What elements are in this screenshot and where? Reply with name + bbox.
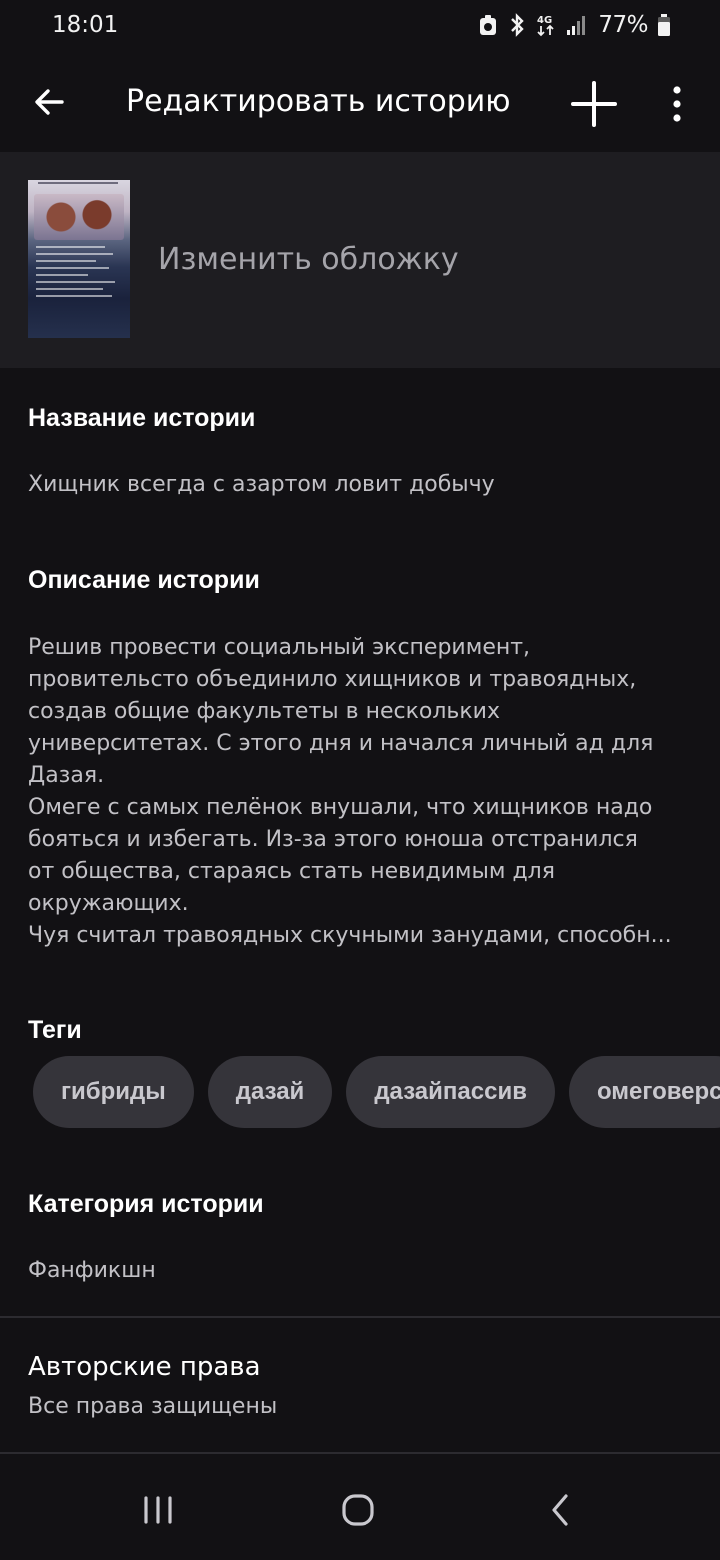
status-icons: 4G 77% (478, 12, 670, 38)
tag-chip[interactable]: омеговерс (568, 1056, 720, 1128)
status-time: 18:01 (52, 12, 119, 38)
network-4g-icon: 4G (537, 15, 555, 37)
story-title-field[interactable]: Хищник всегда с азартом ловит добычу (28, 472, 495, 497)
nav-back-button[interactable] (530, 1488, 590, 1532)
recycle-icon (480, 15, 497, 35)
bluetooth-icon (511, 13, 525, 37)
category-field[interactable]: Фанфикшн (28, 1258, 156, 1283)
system-nav-bar (0, 1458, 720, 1560)
add-part-button[interactable] (568, 78, 620, 130)
tags-list: гибриды дазай дазайпассив омеговерс (33, 1056, 720, 1128)
divider (0, 1452, 720, 1454)
battery-percent: 77% (598, 12, 648, 38)
change-cover-button[interactable]: Изменить обложку (158, 242, 459, 277)
tag-chip[interactable]: дазайпассив (346, 1056, 555, 1128)
tags-label: Теги (28, 1016, 82, 1044)
home-button[interactable] (328, 1488, 388, 1532)
battery-icon (658, 14, 670, 36)
copyright-value: Все права защищены (28, 1394, 278, 1419)
page-title: Редактировать историю (126, 84, 511, 119)
copyright-label: Авторские права (28, 1352, 261, 1382)
cover-image[interactable] (28, 180, 130, 338)
plus-icon (571, 81, 617, 127)
svg-text:4G: 4G (537, 15, 552, 26)
story-title-label: Название истории (28, 404, 256, 432)
story-description-field[interactable]: Решив провести социальный эксперимент, п… (28, 632, 708, 952)
back-chevron-icon (552, 1494, 568, 1526)
story-description-label: Описание истории (28, 566, 260, 594)
signal-icon (567, 16, 586, 35)
cover-section[interactable]: Изменить обложку (0, 152, 720, 368)
category-label: Категория истории (28, 1190, 264, 1218)
tag-chip[interactable]: гибриды (33, 1056, 194, 1128)
status-bar: 18:01 4G 77% (0, 0, 720, 56)
arrow-left-icon (35, 89, 64, 115)
more-vertical-icon (673, 86, 681, 122)
home-icon (342, 1494, 374, 1526)
tag-chip[interactable]: дазай (207, 1056, 333, 1128)
back-button[interactable] (28, 80, 72, 124)
divider (0, 1316, 720, 1318)
recents-icon (144, 1496, 172, 1524)
recents-button[interactable] (128, 1488, 188, 1532)
more-options-button[interactable] (660, 82, 694, 126)
app-bar: Редактировать историю (0, 56, 720, 152)
